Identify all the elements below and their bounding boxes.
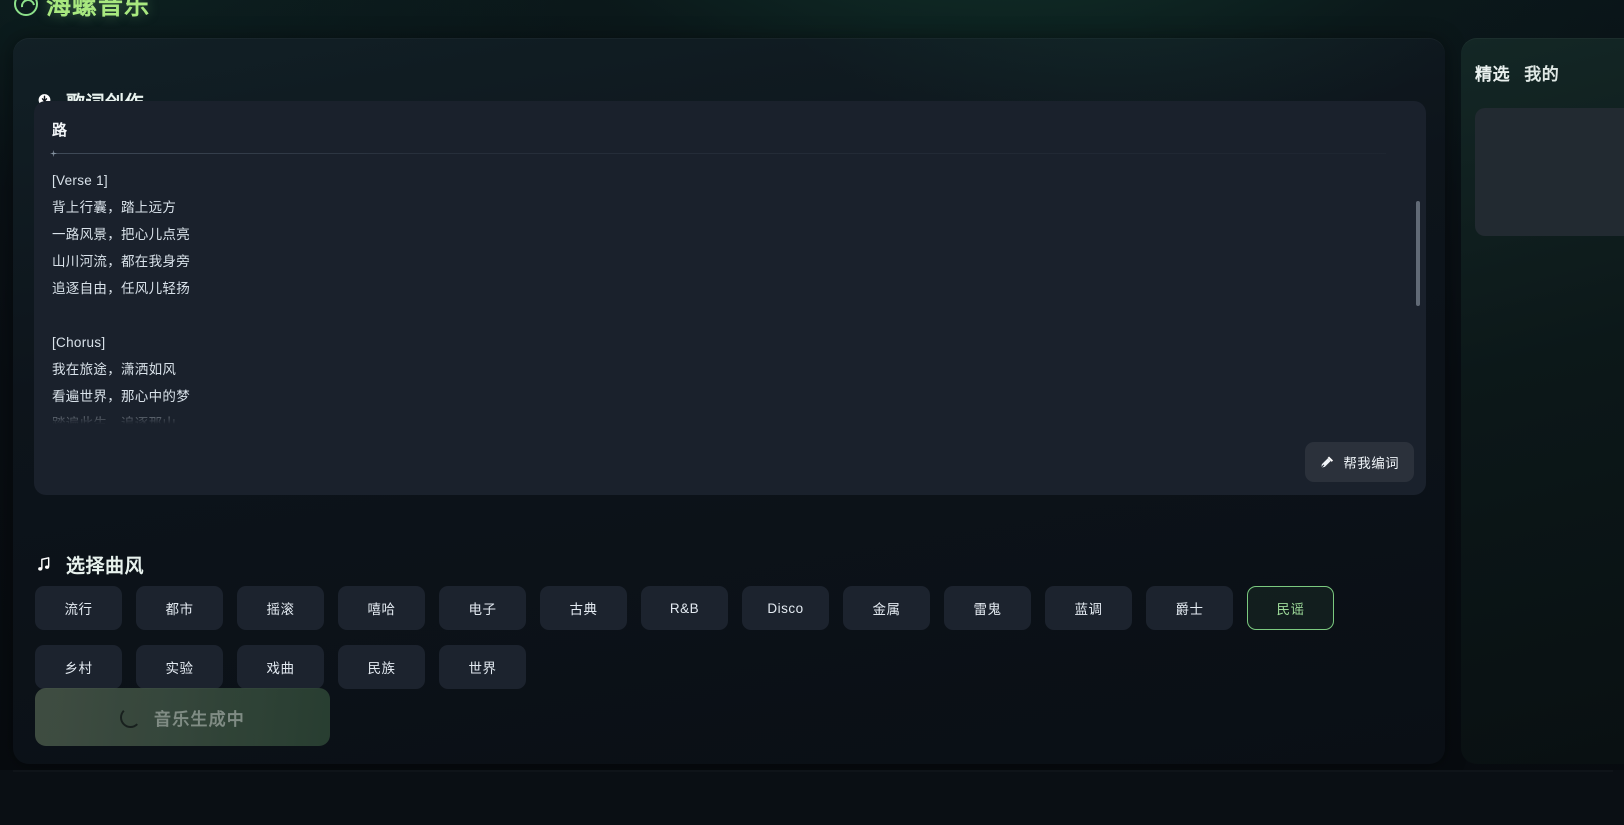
- lyrics-line: [Verse 1]: [52, 173, 108, 188]
- song-title-field[interactable]: 路: [52, 119, 68, 140]
- lyrics-line: 踏遍此生，追逐那山: [52, 416, 177, 424]
- lyrics-scrollbar-thumb[interactable]: [1416, 201, 1420, 306]
- genre-chip-雷鬼[interactable]: 雷鬼: [944, 586, 1031, 630]
- genre-chip-电子[interactable]: 电子: [439, 586, 526, 630]
- lyrics-line: 一路风景，把心儿点亮: [52, 227, 190, 242]
- genre-chip-金属[interactable]: 金属: [843, 586, 930, 630]
- lyrics-line: 背上行囊，踏上远方: [52, 200, 177, 215]
- genre-section-header: 选择曲风: [35, 551, 144, 578]
- library-tab-list: 精选 我的: [1475, 60, 1559, 85]
- loading-spinner-icon: [120, 706, 141, 728]
- sparkle-icon: [52, 153, 1386, 154]
- bottom-strip: [0, 770, 1624, 825]
- lyrics-line: [52, 302, 1388, 329]
- lyrics-text-area[interactable]: [Verse 1] 背上行囊，踏上远方 一路风景，把心儿点亮 山川河流，都在我身旁 追逐…: [52, 167, 1388, 424]
- genre-chip-爵士[interactable]: 爵士: [1146, 586, 1233, 630]
- assist-lyrics-label: 帮我编词: [1343, 456, 1399, 471]
- library-tab-我的[interactable]: 我的: [1524, 60, 1559, 85]
- music-note-icon: [38, 557, 50, 571]
- genre-chip-蓝调[interactable]: 蓝调: [1045, 586, 1132, 630]
- genre-chip-list: 流行 都市 摇滚 嘻哈 电子 古典 R&B Disco 金属 雷鬼 蓝调 爵士 民谣乡村 实验 戏曲 民族 世界: [35, 586, 1395, 689]
- generate-music-button[interactable]: 音乐生成中: [35, 688, 330, 746]
- lyrics-line: 我在旅途，潇洒如风: [52, 362, 177, 377]
- lyrics-editor-inner: 路 [Verse 1] 背上行囊，踏上远方 一路风景，把心儿点亮 山川河流，都在我身旁…: [34, 101, 1426, 495]
- genre-chip-Disco[interactable]: Disco: [742, 586, 829, 630]
- genre-chip-摇滚[interactable]: 摇滚: [237, 586, 324, 630]
- lyrics-line: 追逐自由，任风儿轻扬: [52, 281, 190, 296]
- genre-chip-都市[interactable]: 都市: [136, 586, 223, 630]
- brand-header: 海螺音乐: [14, 0, 150, 22]
- assist-lyrics-button[interactable]: 帮我编词: [1305, 442, 1414, 482]
- genre-chip-嘻哈[interactable]: 嘻哈: [338, 586, 425, 630]
- genre-chip-乡村[interactable]: 乡村: [35, 645, 122, 689]
- shell-spiral-icon: [14, 0, 38, 16]
- lyrics-line: [Chorus]: [52, 335, 106, 350]
- genre-chip-实验[interactable]: 实验: [136, 645, 223, 689]
- library-tab-精选[interactable]: 精选: [1475, 60, 1510, 85]
- library-card-placeholder[interactable]: [1475, 108, 1624, 236]
- genre-chip-世界[interactable]: 世界: [439, 645, 526, 689]
- library-panel: 精选 我的: [1461, 38, 1624, 764]
- genre-section-title: 选择曲风: [66, 556, 145, 577]
- brand-title: 海螺音乐: [46, 0, 151, 20]
- lyrics-editor[interactable]: 路 [Verse 1] 背上行囊，踏上远方 一路风景，把心儿点亮 山川河流，都在我身旁…: [34, 101, 1426, 495]
- genre-chip-流行[interactable]: 流行: [35, 586, 122, 630]
- magic-wand-icon: [1321, 456, 1334, 468]
- genre-chip-民谣[interactable]: 民谣: [1247, 586, 1334, 630]
- lyrics-line: 山川河流，都在我身旁: [52, 254, 190, 269]
- creation-panel: 歌词创作 路 [Verse 1]背上行囊，踏上远方一路风景，把心儿点亮山川河流，…: [13, 38, 1445, 764]
- genre-chip-古典[interactable]: 古典: [540, 586, 627, 630]
- genre-chip-R&B[interactable]: R&B: [641, 586, 728, 630]
- genre-chip-戏曲[interactable]: 戏曲: [237, 645, 324, 689]
- app-root: 海螺音乐 歌词创作 路 [Verse 1]背上行囊，踏上远方一路风景，把心儿点亮…: [0, 0, 1624, 825]
- genre-chip-民族[interactable]: 民族: [338, 645, 425, 689]
- generate-music-label: 音乐生成中: [154, 709, 245, 729]
- lyrics-line: 看遍世界，那心中的梦: [52, 389, 190, 404]
